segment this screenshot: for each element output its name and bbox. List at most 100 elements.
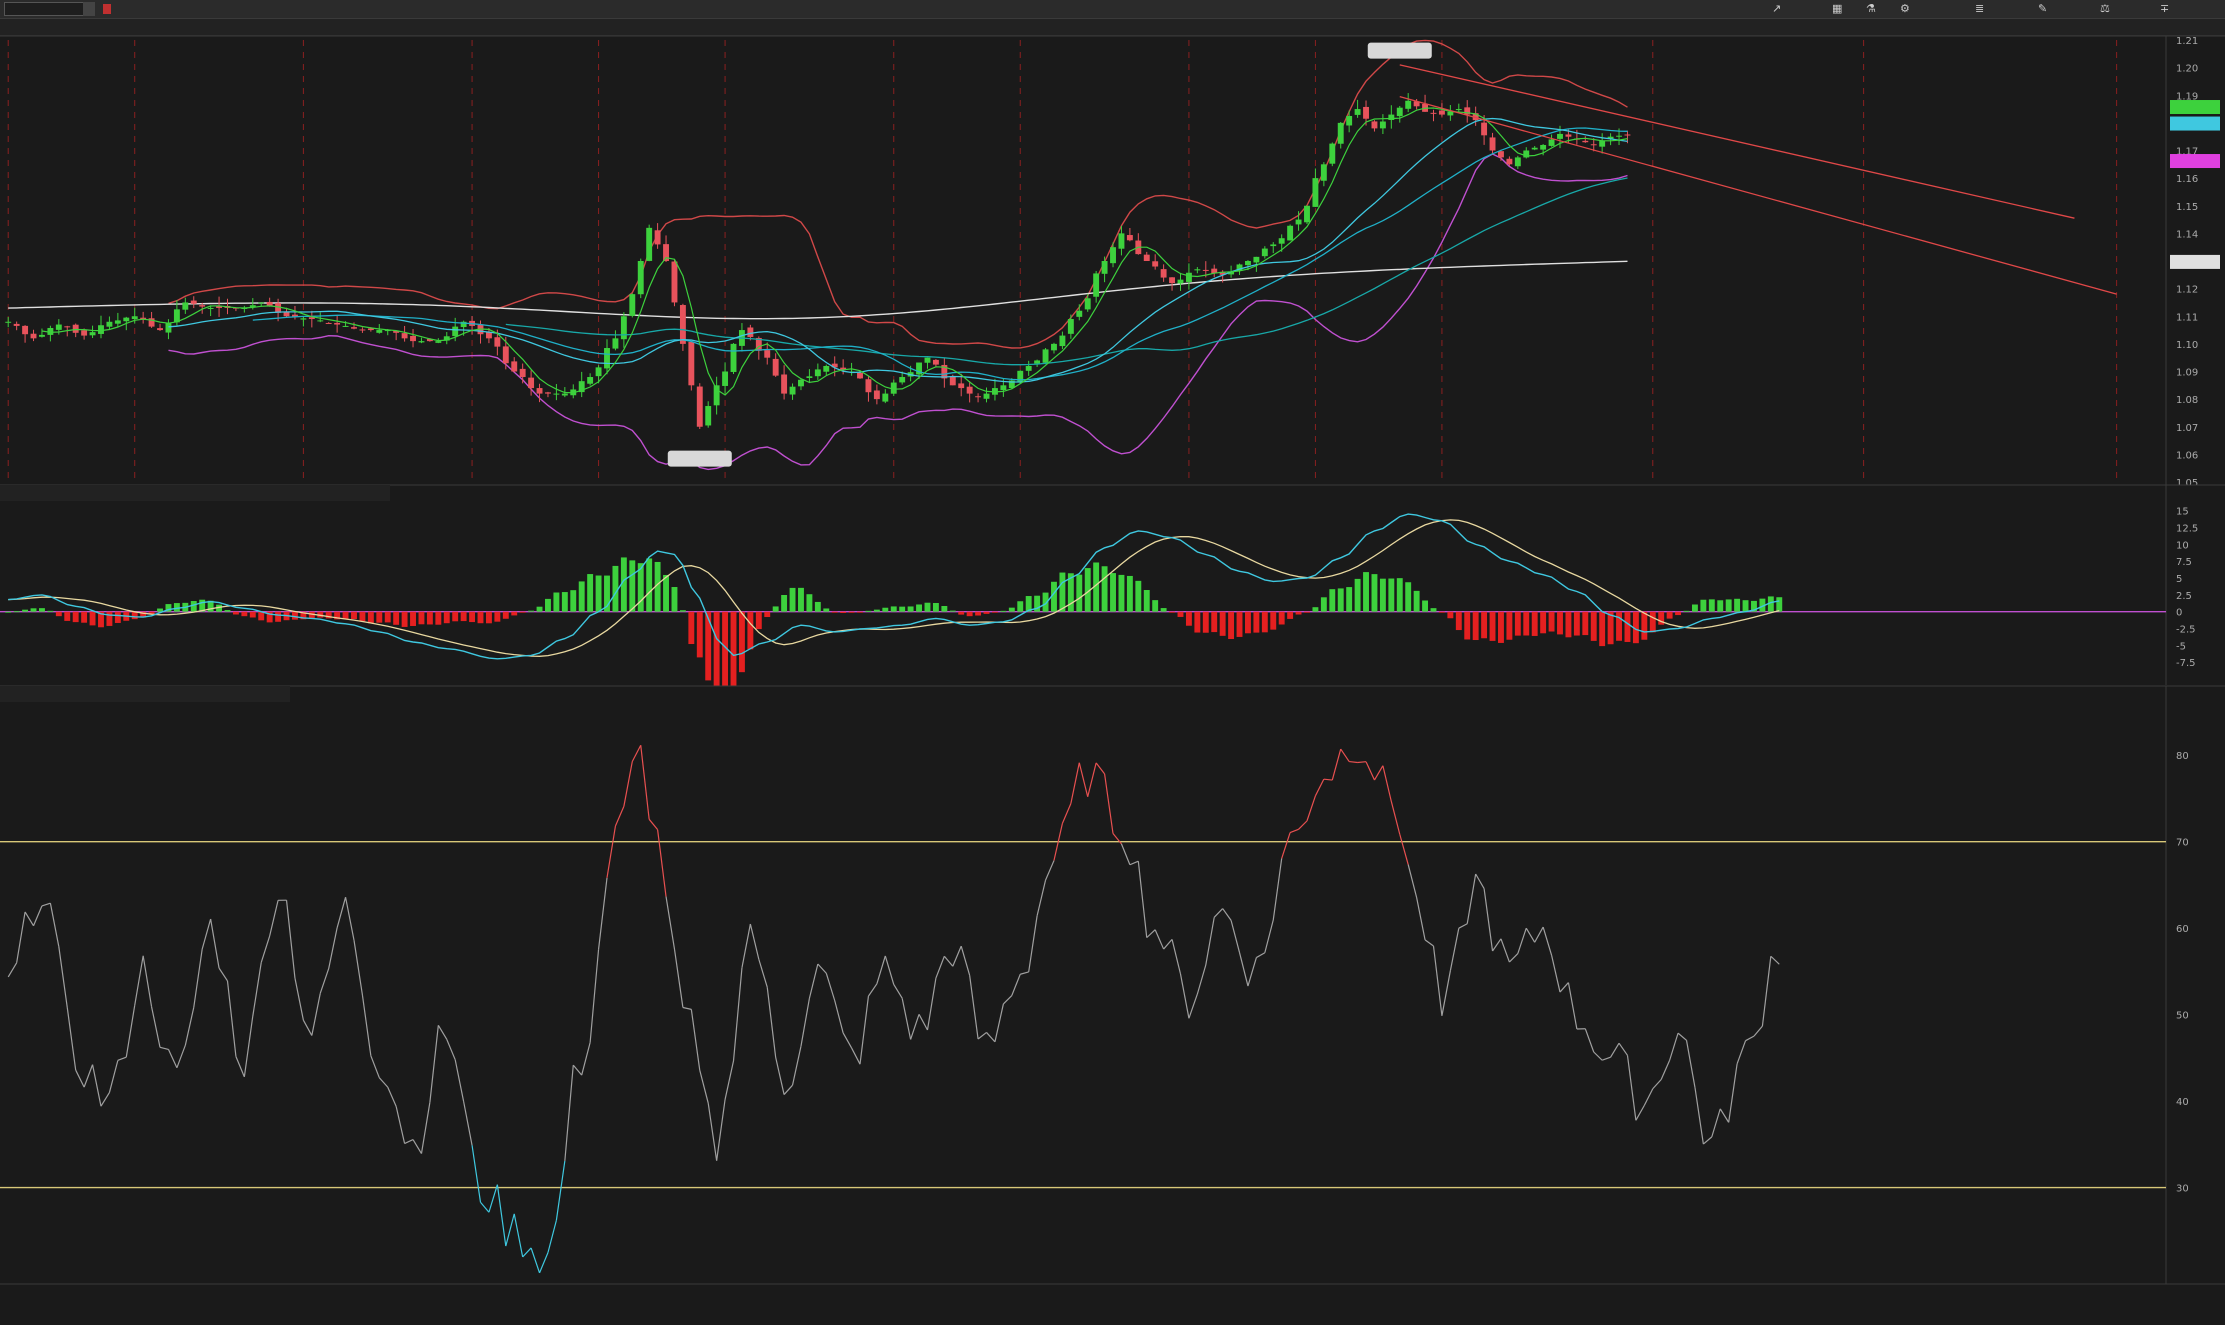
macd-hist-bar	[1717, 600, 1724, 612]
macd-tick-label: 2.5	[2176, 591, 2192, 602]
macd-hist-bar	[595, 575, 602, 612]
macd-hist-bar	[72, 611, 79, 623]
candle-body	[561, 393, 568, 396]
candle-body	[1278, 238, 1285, 244]
rsi-pane[interactable]: 30 40 50 60 70 80	[0, 685, 2225, 1284]
candle-body	[1489, 137, 1496, 151]
share-button[interactable]: ↗	[1772, 2, 1781, 15]
macd-hist-bar	[1607, 611, 1614, 645]
candle-body	[747, 327, 754, 337]
grid-button[interactable]: ▦	[1832, 2, 1842, 15]
candle-body	[873, 390, 880, 400]
candle-body	[1590, 144, 1597, 146]
drawing-button[interactable]: ✎	[2038, 2, 2047, 15]
candle-body	[401, 333, 408, 339]
candle-body	[317, 320, 324, 322]
macd-hist-bar	[1304, 611, 1310, 613]
macd-hist-bar	[1379, 578, 1386, 612]
candle-body	[410, 335, 416, 342]
macd-hist-bar	[1219, 611, 1226, 636]
candle-body	[376, 330, 383, 333]
candle-body	[1312, 178, 1319, 207]
candle-body	[1565, 134, 1572, 137]
macd-hist-bar	[5, 611, 12, 613]
candle-body	[730, 343, 737, 372]
macd-hist-bar	[578, 581, 585, 612]
macd-hist-bar	[1261, 611, 1268, 633]
macd-pane[interactable]: -7.5 -5 -2.5 0 2.5 5 7.5 10 12.5 15	[0, 484, 2225, 700]
rsi-tick-label: 50	[2176, 1011, 2189, 1022]
candle-body	[722, 371, 729, 386]
candle-body	[806, 376, 813, 378]
macd-hist-bar	[1405, 582, 1412, 612]
chevron-down-icon[interactable]	[83, 2, 95, 16]
macd-hist-bar	[292, 611, 298, 620]
macd-hist-bar	[13, 611, 20, 613]
macd-hist-bar	[452, 611, 459, 622]
candle-body	[932, 359, 939, 365]
macd-hist-bar	[1118, 574, 1125, 612]
macd-hist-bar	[1430, 608, 1437, 612]
macd-hist-bar	[1641, 611, 1648, 640]
candle-body	[1051, 343, 1057, 351]
macd-hist-bar	[1734, 598, 1741, 612]
macd-hist-bar	[857, 611, 863, 613]
candle-body	[882, 393, 889, 402]
macd-hist-bar	[1076, 574, 1083, 612]
macd-hist-bar	[106, 611, 113, 626]
macd-hist-bar	[1531, 611, 1538, 636]
chart-info-bar	[0, 19, 2225, 36]
macd-hist-bar	[1557, 611, 1563, 635]
symbol-input[interactable]	[4, 2, 90, 16]
candle-body	[519, 368, 526, 378]
study-button[interactable]: ⚖	[2100, 2, 2110, 15]
grid-icon: ▦	[1832, 2, 1843, 15]
flask-button[interactable]: ⚗	[1866, 2, 1876, 15]
toolbar: ↗ ▦ ⚗ ⚙ ≣ ✎ ⚖ ∓	[0, 0, 2225, 19]
macd-hist-bar	[916, 604, 922, 612]
macd-hist-bar	[1152, 600, 1159, 612]
macd-hist-bar	[38, 608, 45, 612]
macd-hist-bar	[30, 608, 37, 612]
pattern-button[interactable]: ∓	[2160, 2, 2169, 15]
price-tick-label: 1.08	[2176, 395, 2198, 406]
macd-hist-bar	[1624, 611, 1631, 642]
macd-hist-bar	[511, 611, 518, 616]
chart-canvas[interactable]: 1.051.061.071.081.091.101.111.121.131.14…	[0, 36, 2225, 1325]
candle-body	[1202, 269, 1209, 271]
macd-hist-bar	[1059, 572, 1066, 612]
candle-body	[958, 383, 965, 389]
study-icon: ⚖	[2100, 2, 2110, 15]
macd-hist-bar	[22, 609, 29, 612]
macd-hist-bar	[1523, 611, 1530, 636]
macd-tick-label: -5	[2176, 641, 2186, 652]
candle-body	[494, 337, 501, 347]
macd-hist-bar	[114, 611, 121, 623]
price-axis-marker	[2170, 116, 2220, 131]
rsi-tick-label: 70	[2176, 838, 2189, 849]
macd-tick-label: 15	[2176, 507, 2189, 518]
macd-hist-bar	[831, 611, 838, 613]
price-pane[interactable]: 1.051.061.071.081.091.101.111.121.131.14…	[0, 36, 2225, 489]
macd-hist-bar	[1413, 590, 1420, 612]
candle-body	[1152, 261, 1159, 267]
macd-hist-bar	[1708, 599, 1715, 612]
macd-hist-bar	[781, 594, 788, 612]
candle-body	[1430, 112, 1437, 114]
settings-button[interactable]: ⚙	[1900, 2, 1910, 15]
candle-body	[545, 392, 551, 394]
macd-hist-bar	[1320, 597, 1327, 612]
candle-body	[1405, 100, 1412, 109]
macd-hist-bar	[494, 611, 501, 622]
rsi-header-bg	[0, 686, 290, 702]
candle-body	[1346, 115, 1353, 126]
candle-body	[1624, 134, 1631, 136]
macd-hist-bar	[1017, 601, 1024, 612]
macd-hist-bar	[1000, 610, 1007, 612]
candle-body	[696, 386, 703, 427]
candle-body	[258, 302, 265, 304]
style-button[interactable]: ≣	[1975, 2, 1984, 15]
macd-hist-bar	[1270, 611, 1277, 630]
candle-body	[1379, 121, 1386, 129]
candle-body	[688, 341, 695, 386]
